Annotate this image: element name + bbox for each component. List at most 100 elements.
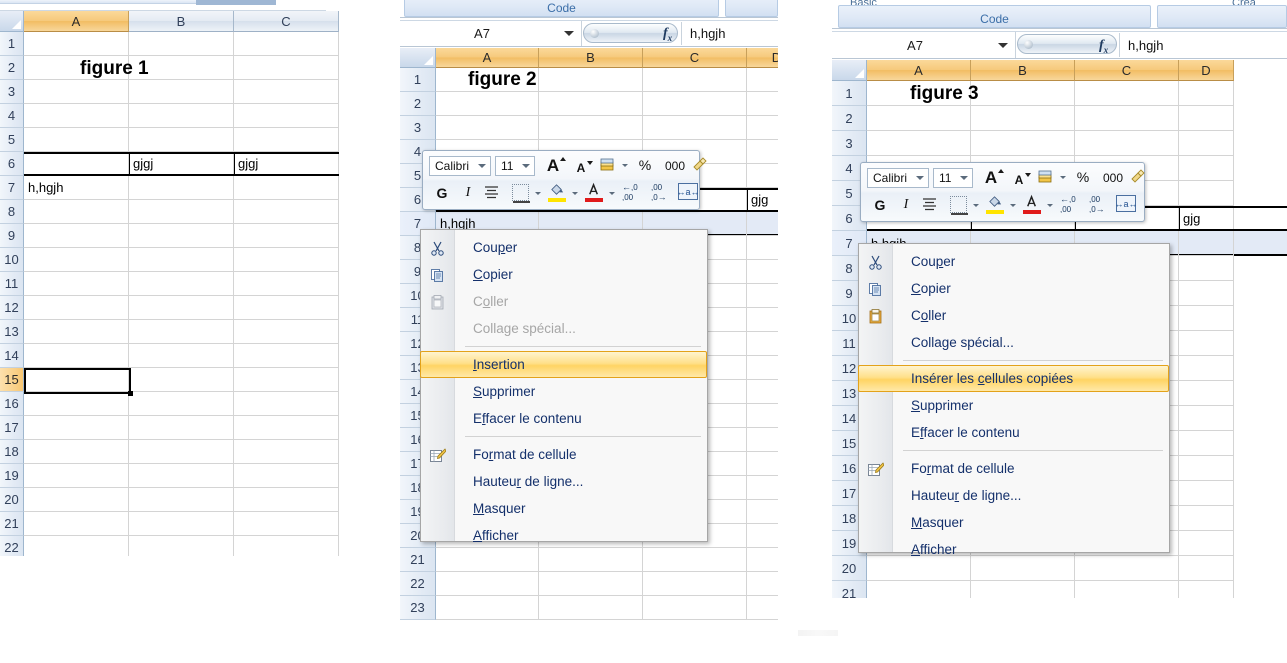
- cell-B8[interactable]: [129, 200, 234, 224]
- cell-A10[interactable]: [24, 248, 129, 272]
- column-header-B[interactable]: B: [539, 48, 643, 68]
- cell-D16[interactable]: [1179, 456, 1234, 481]
- center-align-icon[interactable]: [483, 184, 500, 206]
- increase-decimal-icon[interactable]: ←,0,00: [622, 183, 638, 203]
- cell-B21[interactable]: [129, 512, 234, 536]
- menu-item-format-de-cellule[interactable]: Format de cellule: [421, 441, 707, 468]
- insert-function-icon[interactable]: fx: [663, 26, 672, 43]
- cell-A20[interactable]: [24, 488, 129, 512]
- cell-A17[interactable]: [24, 416, 129, 440]
- cell-D7[interactable]: [1179, 231, 1234, 256]
- cell-C7[interactable]: [234, 176, 339, 200]
- chevron-down-icon[interactable]: [916, 176, 924, 180]
- cell-B6[interactable]: gjgj: [129, 152, 234, 176]
- cell-D21[interactable]: [1179, 581, 1234, 598]
- cell-B2[interactable]: [539, 92, 643, 116]
- row-header-15[interactable]: 15: [0, 368, 24, 392]
- cell-D4[interactable]: [747, 140, 778, 164]
- shrink-font-icon[interactable]: A: [1007, 170, 1031, 190]
- menu-item-coller[interactable]: Coller: [859, 302, 1169, 329]
- row-header-14[interactable]: 14: [0, 344, 24, 368]
- column-header-A[interactable]: A: [24, 11, 129, 32]
- column-header-D[interactable]: D: [747, 48, 778, 68]
- cell-D1[interactable]: [747, 68, 778, 92]
- cell-B1[interactable]: [539, 68, 643, 92]
- cell-D17[interactable]: [747, 452, 778, 476]
- ribbon-group-next[interactable]: [725, 0, 778, 17]
- center-align-icon[interactable]: [921, 196, 938, 218]
- cell-A5[interactable]: [24, 128, 129, 152]
- cell-C14[interactable]: [234, 344, 339, 368]
- cell-C21[interactable]: [643, 548, 747, 572]
- shrink-font-icon[interactable]: A: [569, 158, 593, 178]
- cell-C18[interactable]: [234, 440, 339, 464]
- cell-C9[interactable]: [234, 224, 339, 248]
- cell-C5[interactable]: [234, 128, 339, 152]
- cell-D7[interactable]: [747, 212, 778, 236]
- cell-C3[interactable]: [1075, 131, 1179, 156]
- cell-D6[interactable]: gjg: [747, 188, 778, 212]
- font-size-combo[interactable]: 11: [933, 168, 973, 188]
- cell-D2[interactable]: [747, 92, 778, 116]
- row-header-1[interactable]: 1: [0, 32, 24, 56]
- cell-D17[interactable]: [1179, 481, 1234, 506]
- comma-style-icon[interactable]: 000: [661, 157, 689, 175]
- cell-C23[interactable]: [643, 596, 747, 620]
- cell-B17[interactable]: [129, 416, 234, 440]
- menu-item-ins-rer-les-cellules-copi-es[interactable]: Insérer les cellules copiées: [858, 365, 1169, 392]
- row-header-22[interactable]: 22: [400, 572, 436, 596]
- menu-item-couper[interactable]: Couper: [421, 234, 707, 261]
- cell-B15[interactable]: [129, 368, 234, 392]
- active-cell-selection[interactable]: [24, 368, 131, 394]
- borders-icon[interactable]: [512, 184, 530, 203]
- cell-A22[interactable]: [24, 536, 129, 556]
- row-header-2[interactable]: 2: [832, 106, 867, 131]
- column-header-A[interactable]: A: [867, 60, 971, 81]
- formula-input[interactable]: h,hgjh: [681, 22, 778, 45]
- cell-A1[interactable]: [24, 32, 129, 56]
- menu-item-afficher[interactable]: Afficher: [859, 536, 1169, 563]
- row-header-21[interactable]: 21: [832, 581, 867, 598]
- cell-A3[interactable]: [867, 131, 971, 156]
- cell-B12[interactable]: [129, 296, 234, 320]
- cell-B21[interactable]: [971, 581, 1075, 598]
- borders-icon[interactable]: [950, 196, 968, 215]
- chevron-down-icon[interactable]: [973, 204, 979, 207]
- cell-D18[interactable]: [747, 476, 778, 500]
- bold-icon[interactable]: G: [432, 183, 452, 203]
- cell-D10[interactable]: [747, 284, 778, 308]
- cell-C1[interactable]: [234, 32, 339, 56]
- cell-D13[interactable]: [1179, 381, 1234, 406]
- cell-B11[interactable]: [129, 272, 234, 296]
- comma-style-icon[interactable]: 000: [1099, 169, 1127, 187]
- cell-C22[interactable]: [234, 536, 339, 556]
- cell-D1[interactable]: [1179, 81, 1234, 106]
- name-box[interactable]: A7: [832, 32, 1016, 58]
- cell-B1[interactable]: [129, 32, 234, 56]
- cell-A9[interactable]: [24, 224, 129, 248]
- cell-B16[interactable]: [129, 392, 234, 416]
- column-header-B[interactable]: B: [971, 60, 1075, 81]
- column-header-C[interactable]: C: [234, 11, 339, 32]
- chevron-down-icon[interactable]: [1047, 204, 1053, 207]
- cell-B10[interactable]: [129, 248, 234, 272]
- cell-C1[interactable]: [1075, 81, 1179, 106]
- cell-B9[interactable]: [129, 224, 234, 248]
- cell-D15[interactable]: [1179, 431, 1234, 456]
- row-header-17[interactable]: 17: [0, 416, 24, 440]
- cell-A16[interactable]: [24, 392, 129, 416]
- column-header-C[interactable]: C: [643, 48, 747, 68]
- increase-decimal-icon[interactable]: ←,0,00: [1060, 195, 1076, 215]
- cell-C21[interactable]: [234, 512, 339, 536]
- format-painter-icon[interactable]: [1129, 168, 1146, 190]
- percent-style-icon[interactable]: %: [635, 155, 655, 175]
- cell-D5[interactable]: [747, 164, 778, 188]
- menu-item-hauteur-de-ligne[interactable]: Hauteur de ligne...: [859, 482, 1169, 509]
- cell-D20[interactable]: [1179, 556, 1234, 581]
- chevron-down-icon[interactable]: [622, 164, 628, 167]
- chevron-down-icon[interactable]: [960, 176, 968, 180]
- cell-C21[interactable]: [1075, 581, 1179, 598]
- cell-C16[interactable]: [234, 392, 339, 416]
- cell-B3[interactable]: [971, 131, 1075, 156]
- cell-A8[interactable]: [24, 200, 129, 224]
